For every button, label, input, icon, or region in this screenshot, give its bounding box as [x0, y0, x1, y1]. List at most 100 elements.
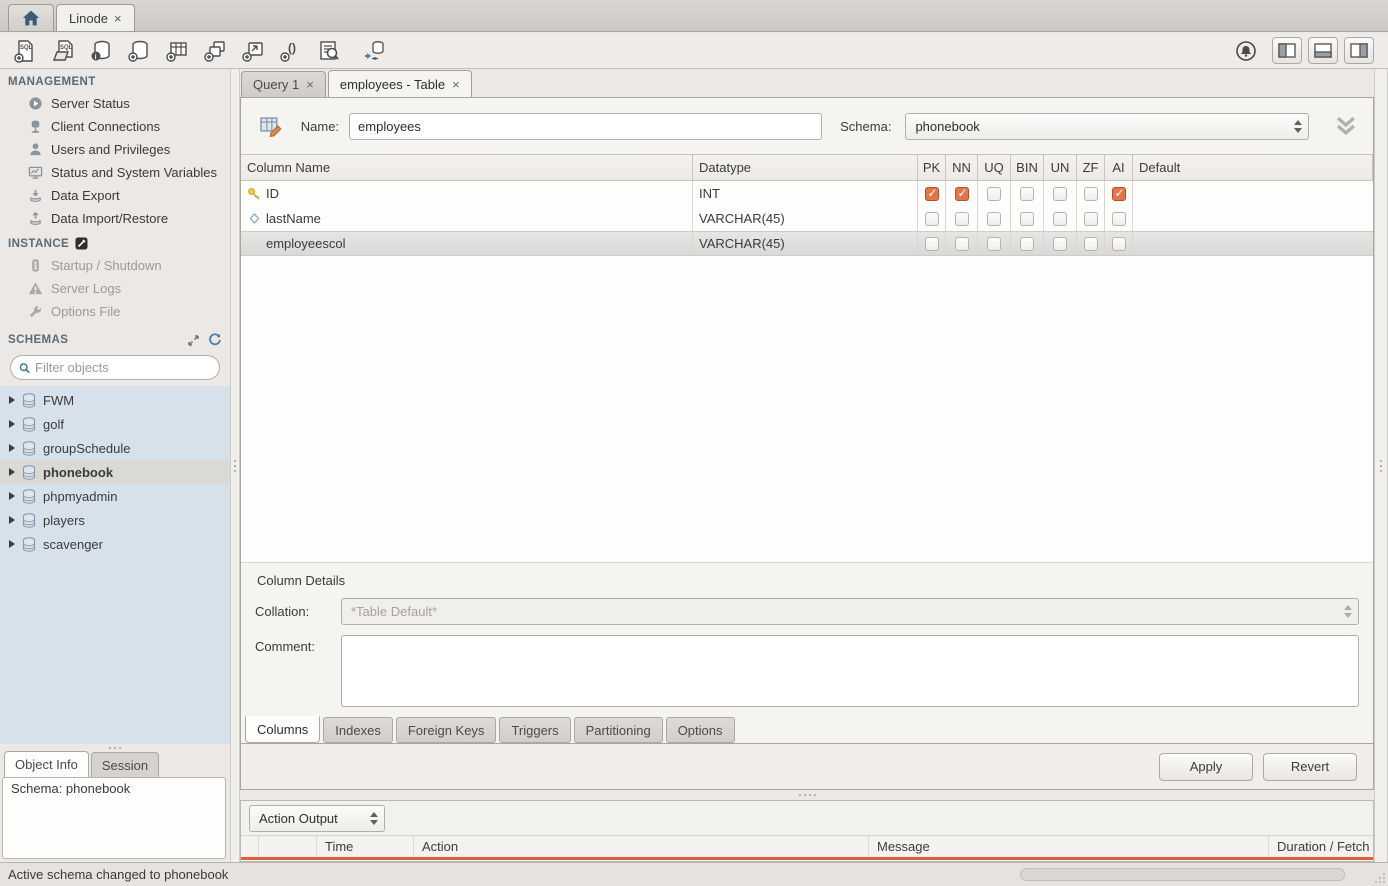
col-header-zf[interactable]: ZF [1077, 155, 1105, 180]
schema-item-fwm[interactable]: FWM [0, 388, 230, 412]
sidebar-item-client-connections[interactable]: Client Connections [0, 115, 230, 138]
open-sql-script-button[interactable]: SQL [48, 37, 78, 65]
column-row-id[interactable]: ID INT [241, 181, 1373, 206]
toggle-left-panel-button[interactable] [1272, 37, 1302, 64]
table-name-input[interactable] [349, 113, 822, 140]
expand-editor-chevron-icon[interactable] [1333, 115, 1359, 137]
schema-item-phonebook[interactable]: phonebook [0, 460, 230, 484]
schema-item-golf[interactable]: golf [0, 412, 230, 436]
schema-filter-input[interactable] [35, 360, 211, 375]
col-header-bin[interactable]: BIN [1011, 155, 1044, 180]
un-checkbox[interactable] [1053, 212, 1067, 226]
notification-button[interactable] [1234, 39, 1258, 63]
bin-checkbox[interactable] [1020, 237, 1034, 251]
sidebar-item-data-export[interactable]: Data Export [0, 184, 230, 207]
zf-checkbox[interactable] [1084, 212, 1098, 226]
col-header-default[interactable]: Default [1133, 155, 1373, 180]
tab-object-info[interactable]: Object Info [4, 751, 89, 777]
column-row-lastname[interactable]: lastName VARCHAR(45) [241, 206, 1373, 231]
tab-session[interactable]: Session [91, 752, 159, 777]
ai-checkbox[interactable] [1112, 212, 1126, 226]
grid-empty-area[interactable] [241, 256, 1373, 562]
col-header-nn[interactable]: NN [946, 155, 978, 180]
un-checkbox[interactable] [1053, 187, 1067, 201]
revert-button[interactable]: Revert [1263, 753, 1357, 781]
col-header-ai[interactable]: AI [1105, 155, 1133, 180]
bin-checkbox[interactable] [1020, 212, 1034, 226]
output-col-message[interactable]: Message [869, 836, 1269, 857]
inspect-database-button[interactable] [314, 37, 344, 65]
schema-info-button[interactable]: i [86, 37, 116, 65]
home-tab[interactable] [8, 4, 54, 31]
output-col-action[interactable]: Action [414, 836, 869, 857]
col-header-column-name[interactable]: Column Name [241, 155, 693, 180]
left-splitter[interactable] [230, 69, 240, 862]
schema-item-phpmyadmin[interactable]: phpmyadmin [0, 484, 230, 508]
sidebar-item-status-system-variables[interactable]: Status and System Variables [0, 161, 230, 184]
tab-indexes[interactable]: Indexes [323, 717, 393, 743]
tab-employees-table[interactable]: employees - Table × [328, 70, 472, 97]
uq-checkbox[interactable] [987, 212, 1001, 226]
object-info-splitter[interactable] [0, 744, 230, 751]
sidebar-item-options-file[interactable]: Options File [0, 300, 230, 323]
horizontal-scrollbar-thumb[interactable] [1020, 868, 1345, 881]
col-header-datatype[interactable]: Datatype [693, 155, 918, 180]
right-splitter[interactable] [1374, 69, 1388, 862]
expander-icon[interactable] [9, 516, 15, 524]
column-row-employeescol[interactable]: employeescol VARCHAR(45) [241, 231, 1373, 256]
pk-checkbox[interactable] [925, 237, 939, 251]
expander-icon[interactable] [9, 444, 15, 452]
sidebar-item-users-and-privileges[interactable]: Users and Privileges [0, 138, 230, 161]
expander-icon[interactable] [9, 540, 15, 548]
create-view-button[interactable] [200, 37, 230, 65]
schema-item-groupschedule[interactable]: groupSchedule [0, 436, 230, 460]
output-view-select[interactable]: Action Output [249, 805, 385, 832]
tab-close-icon[interactable]: × [306, 77, 314, 92]
schema-item-players[interactable]: players [0, 508, 230, 532]
create-table-button[interactable] [162, 37, 192, 65]
sidebar-item-server-status[interactable]: Server Status [0, 92, 230, 115]
tab-triggers[interactable]: Triggers [499, 717, 570, 743]
nn-checkbox[interactable] [955, 237, 969, 251]
tab-close-icon[interactable]: × [452, 77, 460, 92]
tab-options[interactable]: Options [666, 717, 735, 743]
tab-columns[interactable]: Columns [245, 716, 320, 743]
schema-item-scavenger[interactable]: scavenger [0, 532, 230, 556]
expander-icon[interactable] [9, 492, 15, 500]
tab-partitioning[interactable]: Partitioning [574, 717, 663, 743]
connection-tab-close-icon[interactable]: × [114, 11, 122, 26]
tab-foreign-keys[interactable]: Foreign Keys [396, 717, 497, 743]
uq-checkbox[interactable] [987, 237, 1001, 251]
resize-grip-icon[interactable] [1374, 872, 1386, 884]
pk-checkbox[interactable] [925, 212, 939, 226]
output-col-duration[interactable]: Duration / Fetch [1269, 836, 1373, 857]
output-col-blank[interactable] [259, 836, 317, 857]
sidebar-item-data-import[interactable]: Data Import/Restore [0, 207, 230, 230]
apply-button[interactable]: Apply [1159, 753, 1253, 781]
nn-checkbox[interactable] [955, 212, 969, 226]
create-procedure-button[interactable] [238, 37, 268, 65]
create-function-button[interactable]: () [276, 37, 306, 65]
sidebar-item-server-logs[interactable]: Server Logs [0, 277, 230, 300]
pk-checkbox[interactable] [925, 187, 939, 201]
refresh-schemas-icon[interactable] [208, 333, 222, 347]
comment-textarea[interactable] [341, 635, 1359, 707]
new-sql-tab-button[interactable]: SQL [10, 37, 40, 65]
create-schema-button[interactable] [124, 37, 154, 65]
ai-checkbox[interactable] [1112, 237, 1126, 251]
un-checkbox[interactable] [1053, 237, 1067, 251]
zf-checkbox[interactable] [1084, 187, 1098, 201]
tab-query-1[interactable]: Query 1 × [241, 71, 326, 97]
column-default[interactable] [1133, 232, 1373, 255]
expander-icon[interactable] [9, 468, 15, 476]
schema-filter-box[interactable] [10, 355, 220, 380]
expander-icon[interactable] [9, 420, 15, 428]
output-splitter[interactable] [240, 790, 1374, 800]
col-header-pk[interactable]: PK [918, 155, 946, 180]
sidebar-item-startup-shutdown[interactable]: Startup / Shutdown [0, 254, 230, 277]
toggle-right-panel-button[interactable] [1344, 37, 1374, 64]
ai-checkbox[interactable] [1112, 187, 1126, 201]
column-default[interactable] [1133, 181, 1373, 206]
data-transfer-button[interactable] [360, 37, 390, 65]
connection-tab[interactable]: Linode × [56, 4, 135, 31]
